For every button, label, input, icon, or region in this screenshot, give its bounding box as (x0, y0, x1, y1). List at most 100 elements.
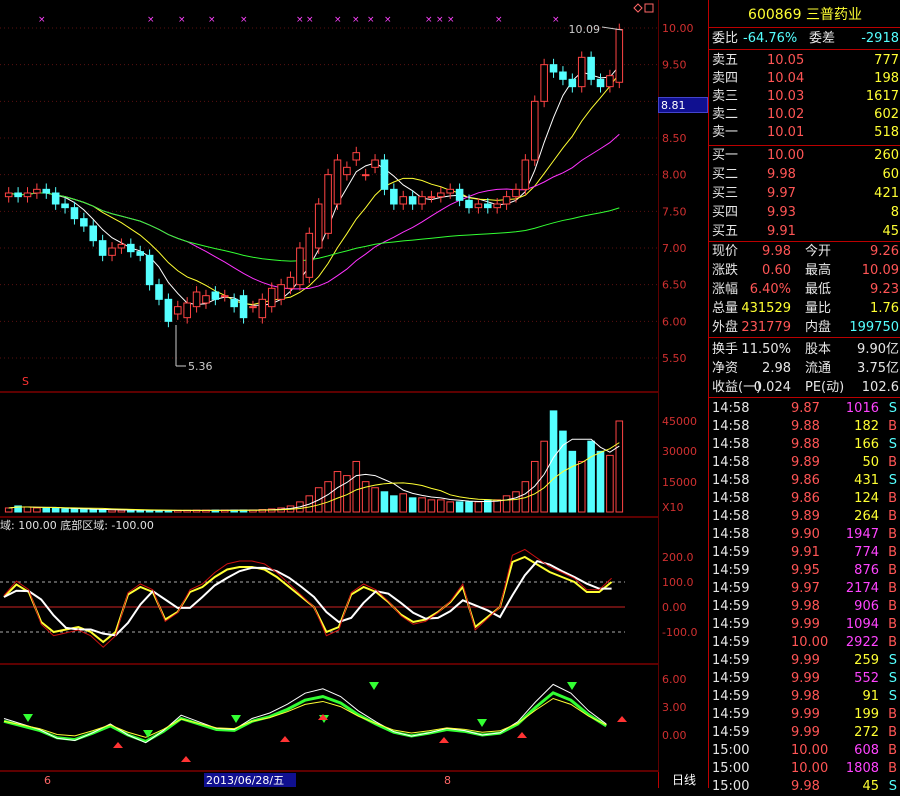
buy-row: 买三 9.97 421 (709, 185, 900, 203)
candle-body (202, 295, 210, 304)
tick-volume: 1808 (845, 761, 879, 776)
sell-label: 卖五 (712, 53, 739, 68)
buy-arrow-icon (617, 716, 627, 722)
volume-bar (390, 495, 398, 513)
volume-bar (42, 507, 51, 513)
tick-row: 14:59 9.91 774 B (709, 544, 900, 562)
stat-row: 现价 9.98 今开 9.26 (709, 243, 900, 261)
tick-price: 9.99 (791, 725, 820, 740)
tick-row: 14:58 9.90 1947 B (709, 526, 900, 544)
tick-price: 10.00 (791, 761, 829, 776)
volume-bar (512, 491, 520, 513)
tick-price: 9.98 (791, 779, 820, 794)
candle-body (549, 64, 558, 73)
tick-time: 14:59 (712, 689, 750, 704)
candle-body (42, 188, 51, 194)
tick-volume: 2174 (845, 581, 879, 596)
tick-volume: 45 (862, 779, 879, 794)
volume-bar (23, 506, 32, 513)
kdj-tick: 6.00 (662, 673, 687, 686)
candle-body (502, 196, 511, 205)
weibi-row: 委比 -64.76% 委差 -2918 (709, 30, 900, 48)
x-label: 6 (44, 774, 51, 787)
candle-body (521, 159, 530, 190)
buy-label: 买三 (712, 186, 739, 201)
candle-body (267, 287, 276, 308)
signal-mark: × (367, 15, 375, 25)
stat-label: 现价 (712, 244, 739, 259)
stat-label: 内盘 (805, 320, 832, 335)
sell-label: 卖一 (712, 125, 739, 140)
stat-value: 9.98 (762, 244, 791, 259)
tick-price: 10.00 (791, 635, 829, 650)
candle-body (239, 295, 248, 319)
tick-price: 9.87 (791, 401, 820, 416)
buy-arrow-icon (517, 732, 527, 738)
signal-mark: × (447, 15, 455, 25)
tick-time: 14:58 (712, 491, 750, 506)
period-label[interactable]: 日线 (658, 772, 709, 788)
fin-label: 流通 (805, 361, 832, 376)
tick-time: 14:59 (712, 671, 750, 686)
stat-label: 外盘 (712, 320, 739, 335)
signal-mark: × (38, 15, 46, 25)
tick-time: 14:59 (712, 725, 750, 740)
price-tick: 6.00 (662, 315, 687, 328)
tick-volume: 124 (854, 491, 879, 506)
stat-value: 199750 (849, 320, 899, 335)
stock-name: 三普药业 (805, 7, 862, 23)
tick-price: 9.86 (791, 491, 820, 506)
candle-body (145, 254, 154, 286)
candle-body (33, 188, 41, 194)
sell-volume: 602 (874, 107, 899, 122)
buy-volume: 421 (874, 186, 899, 201)
tick-side: B (888, 743, 897, 758)
stat-label: 量比 (805, 301, 832, 316)
candle-body (530, 100, 539, 161)
tick-price: 9.95 (791, 563, 820, 578)
current-price-marker: 8.81 (658, 97, 708, 113)
sell-arrow-icon (23, 714, 33, 722)
price-tick: 10.00 (662, 22, 694, 35)
tick-volume: 1016 (845, 401, 879, 416)
candle-body (559, 71, 567, 80)
tick-volume: 272 (854, 725, 879, 740)
tick-side: S (888, 779, 897, 794)
volume-bar (615, 420, 624, 513)
candle-body (277, 284, 285, 300)
volume-bar (117, 509, 126, 513)
buy-label: 买一 (712, 148, 739, 163)
candle-body (408, 196, 417, 205)
candle-body (61, 203, 69, 209)
candle-body (343, 166, 351, 176)
volume-bar (89, 509, 98, 513)
buy-arrow-icon (280, 736, 290, 742)
tick-price: 9.98 (791, 689, 820, 704)
price-tick: 7.00 (662, 242, 687, 255)
stat-row: 外盘 231779 内盘 199750 (709, 319, 900, 337)
chart-svg[interactable]: × × × × × × × × × × × × × × × ×10.095.36S域: 100.00 底部区域… (0, 0, 658, 788)
volume-bar (446, 501, 455, 513)
buy-label: 买二 (712, 167, 739, 182)
buy-arrow-icon (113, 742, 123, 748)
kdj-tick: 3.00 (662, 701, 687, 714)
tick-price: 9.99 (791, 707, 820, 722)
candle-body (4, 192, 13, 198)
fin-label: 股本 (805, 342, 832, 357)
tick-time: 14:58 (712, 401, 750, 416)
fin-value: 2.98 (762, 361, 791, 376)
candle-body (211, 291, 220, 300)
volume-bar (568, 450, 577, 513)
tick-price: 9.98 (791, 599, 820, 614)
candle-body (512, 188, 520, 198)
tick-volume: 259 (854, 653, 879, 668)
volume-bar (502, 495, 511, 513)
fin-value: 11.50% (741, 342, 791, 357)
osc-white-line (3, 560, 612, 637)
tick-side: B (888, 545, 897, 560)
kline-chart-area[interactable]: × × × × × × × × × × × × × × × × 10.09 5.36 S 域: 100.00 底部区域… (0, 0, 658, 788)
stat-value: 9.23 (870, 282, 899, 297)
sell-volume: 518 (874, 125, 899, 140)
tick-side: B (888, 725, 897, 740)
tick-price: 10.00 (791, 743, 829, 758)
